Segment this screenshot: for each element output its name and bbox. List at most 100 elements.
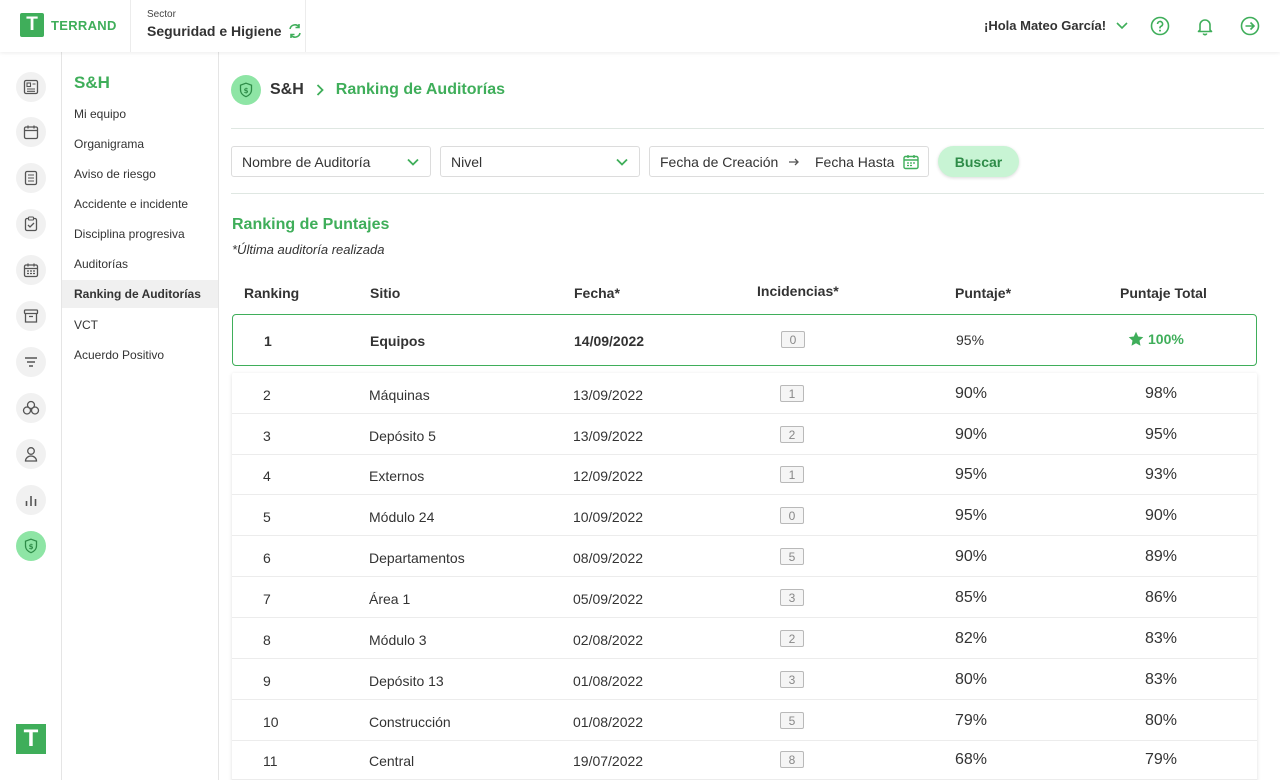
brand-mark: T — [20, 13, 44, 37]
score-cell: 95% — [956, 332, 985, 348]
sidebar-item-acuerdo-positivo[interactable]: Acuerdo Positivo — [62, 341, 218, 369]
site-cell: Equipos — [370, 333, 426, 349]
total-score-cell: 95% — [1145, 426, 1178, 443]
column-ranking[interactable]: Ranking — [244, 285, 299, 301]
icon-rail: $ T — [0, 52, 62, 780]
site-cell: Depósito 5 — [369, 428, 436, 444]
rail-archive[interactable] — [16, 301, 46, 331]
rank-cell: 7 — [263, 591, 271, 607]
table-row-top[interactable]: 1 Equipos 14/09/2022 0 95% 100% — [232, 314, 1257, 366]
table-row[interactable]: 9 Depósito 13 01/08/2022 3 80% 83% — [232, 659, 1257, 700]
rank-cell: 2 — [263, 387, 271, 403]
sidebar-item-disciplina[interactable]: Disciplina progresiva — [62, 220, 218, 248]
site-cell: Departamentos — [369, 550, 465, 566]
sidebar-item-accidente[interactable]: Accidente e incidente — [62, 190, 218, 218]
date-cell: 13/09/2022 — [573, 428, 644, 444]
chevron-down-icon — [407, 158, 419, 166]
sidebar-item-auditorias[interactable]: Auditorías — [62, 250, 218, 278]
rail-stats[interactable] — [16, 485, 46, 515]
brand-logo[interactable]: T TERRAND — [20, 13, 117, 37]
audit-name-select[interactable]: Nombre de Auditoría — [231, 146, 431, 177]
rail-list[interactable] — [16, 163, 46, 193]
top-bar: T TERRAND Sector Seguridad e Higiene ¡Ho… — [0, 0, 1280, 52]
bell-icon[interactable] — [1195, 16, 1215, 36]
level-select[interactable]: Nivel — [440, 146, 640, 177]
total-score-value: 100% — [1148, 331, 1184, 347]
filter-lines-icon — [25, 357, 37, 367]
svg-text:$: $ — [244, 87, 249, 95]
date-cell: 14/09/2022 — [574, 333, 645, 349]
table-row[interactable]: 5 Módulo 24 10/09/2022 0 95% 90% — [232, 495, 1257, 536]
section-note: *Última auditoría realizada — [232, 242, 385, 257]
column-puntaje[interactable]: Puntaje* — [955, 285, 1011, 301]
total-score-cell: 90% — [1145, 507, 1178, 524]
star-icon — [1128, 331, 1144, 346]
sidebar-title: S&H — [74, 73, 110, 92]
sidebar-item-vct[interactable]: VCT — [62, 311, 218, 339]
date-cell: 08/09/2022 — [573, 550, 644, 566]
rail-groups[interactable] — [16, 393, 46, 423]
date-range-picker[interactable]: Fecha de Creación Fecha Hasta — [649, 146, 929, 177]
table-row[interactable]: 2 Máquinas 13/09/2022 1 90% 98% — [232, 373, 1257, 414]
rail-filter[interactable] — [16, 347, 46, 377]
table-header: Ranking Sitio Fecha* Incidencias* Puntaj… — [232, 280, 1257, 306]
dashboard-icon — [23, 79, 39, 95]
logout-icon[interactable] — [1240, 16, 1260, 36]
rail-person[interactable] — [16, 439, 46, 469]
table-row[interactable]: 7 Área 1 05/09/2022 3 85% 86% — [232, 577, 1257, 618]
rail-dashboard[interactable] — [16, 72, 46, 102]
sidebar-item-mi-equipo[interactable]: Mi equipo — [62, 100, 218, 128]
calendar-icon[interactable] — [902, 153, 920, 171]
incidents-badge: 1 — [780, 466, 804, 483]
total-score-cell: 89% — [1145, 548, 1178, 565]
svg-text:$: $ — [29, 543, 34, 551]
level-value: Nivel — [451, 153, 483, 170]
audit-name-value: Nombre de Auditoría — [242, 153, 371, 170]
user-menu[interactable]: ¡Hola Mateo García! — [984, 18, 1128, 33]
table-row[interactable]: 10 Construcción 01/08/2022 5 79% 80% — [232, 700, 1257, 741]
sector-selector[interactable]: Sector Seguridad e Higiene — [130, 0, 306, 52]
rank-cell: 6 — [263, 550, 271, 566]
score-cell: 80% — [955, 671, 988, 688]
rail-calendar[interactable] — [16, 117, 46, 147]
table-row[interactable]: 6 Departamentos 08/09/2022 5 90% 89% — [232, 536, 1257, 577]
date-from-field[interactable]: Fecha de Creación — [660, 154, 778, 170]
help-icon[interactable] — [1150, 16, 1170, 36]
date-cell: 01/08/2022 — [573, 673, 644, 689]
score-cell: 95% — [955, 466, 988, 483]
sidebar: S&H Mi equipo Organigrama Aviso de riesg… — [62, 52, 219, 780]
breadcrumb-root[interactable]: S&H — [270, 81, 304, 99]
user-greeting: ¡Hola Mateo García! — [984, 18, 1107, 33]
score-cell: 79% — [955, 712, 988, 729]
breadcrumb-current: Ranking de Auditorías — [335, 81, 505, 98]
sidebar-item-organigrama[interactable]: Organigrama — [62, 130, 218, 158]
date-to-field[interactable]: Fecha Hasta — [815, 154, 894, 170]
total-score-cell: 100% — [1128, 331, 1184, 347]
incidents-badge: 2 — [780, 426, 804, 443]
incidents-badge: 2 — [780, 630, 804, 647]
search-button[interactable]: Buscar — [938, 146, 1019, 177]
rail-schedule[interactable] — [16, 255, 46, 285]
incidents-badge: 3 — [780, 589, 804, 606]
rail-safety[interactable]: $ — [16, 531, 46, 561]
sidebar-item-ranking-auditorias[interactable]: Ranking de Auditorías — [62, 280, 218, 308]
rail-clipboard[interactable] — [16, 209, 46, 239]
rank-cell: 9 — [263, 673, 271, 689]
table-row[interactable]: 3 Depósito 5 13/09/2022 2 90% 95% — [232, 414, 1257, 455]
column-incidencias[interactable]: Incidencias* — [757, 283, 839, 299]
table-row[interactable]: 11 Central 19/07/2022 8 68% 79% — [232, 739, 1257, 780]
terrand-logo-icon[interactable]: T — [16, 724, 46, 754]
date-cell: 13/09/2022 — [573, 387, 644, 403]
divider — [231, 193, 1264, 194]
total-score-cell: 98% — [1145, 385, 1178, 402]
column-puntaje-total[interactable]: Puntaje Total — [1120, 285, 1207, 301]
breadcrumb-shield: $ — [231, 75, 261, 105]
refresh-icon[interactable] — [288, 23, 302, 39]
sidebar-item-aviso-riesgo[interactable]: Aviso de riesgo — [62, 160, 218, 188]
table-row[interactable]: 4 Externos 12/09/2022 1 95% 93% — [232, 454, 1257, 495]
column-fecha[interactable]: Fecha* — [574, 285, 620, 301]
rank-cell: 5 — [263, 509, 271, 525]
column-sitio[interactable]: Sitio — [370, 285, 400, 301]
table-row[interactable]: 8 Módulo 3 02/08/2022 2 82% 83% — [232, 618, 1257, 659]
score-cell: 90% — [955, 426, 988, 443]
